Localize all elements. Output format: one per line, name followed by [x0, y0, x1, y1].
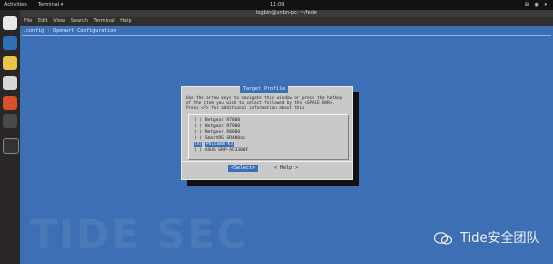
- menu-help[interactable]: Help: [120, 18, 131, 24]
- watermark: TIDE SEC: [30, 212, 249, 258]
- dialog-title: Target Profile: [240, 86, 289, 93]
- wechat-icon: [433, 232, 453, 245]
- list-item[interactable]: ( ) SmartRG SR400ac: [194, 136, 246, 141]
- radio-mark: ( ): [194, 118, 203, 123]
- item-label: Netgear R7900: [204, 124, 241, 129]
- item-label: Netgear R8000: [204, 130, 241, 135]
- item-label: ASUS GRP-AC3300F: [204, 148, 249, 153]
- top-bar: Activities Terminal ▾ 11:09 ⊞ ◉ ▾: [0, 0, 553, 10]
- menu-terminal[interactable]: Terminal: [94, 18, 115, 24]
- target-profile-dialog: Target Profile Use the arrow keys to nav…: [181, 86, 353, 180]
- list-item[interactable]: ( ) Netgear R8000: [194, 130, 240, 135]
- window-title: logbin@unbn-pc: ~/fede: [20, 10, 553, 17]
- profile-list[interactable]: ( ) Netgear R7800 ( ) Netgear R7900 ( ) …: [188, 114, 349, 160]
- activities-button[interactable]: Activities: [4, 0, 27, 10]
- help-icon[interactable]: [3, 114, 17, 128]
- mail-icon[interactable]: [3, 36, 17, 50]
- list-item-selected[interactable]: (X) Phicomm K3: [194, 142, 234, 147]
- radio-mark: ( ): [194, 124, 203, 129]
- list-item[interactable]: ( ) Netgear R7800: [194, 118, 240, 123]
- wechat-badge: Tide安全团队: [433, 231, 540, 246]
- menu-file[interactable]: File: [24, 18, 32, 24]
- menu-edit[interactable]: Edit: [38, 18, 48, 24]
- software-icon[interactable]: [3, 96, 17, 110]
- help-button[interactable]: < Help >: [274, 165, 298, 172]
- system-tray[interactable]: ⊞ ◉ ▾: [525, 0, 549, 10]
- menu-bar: File Edit View Search Terminal Help: [20, 17, 553, 26]
- item-label: SmartRG SR400ac: [204, 136, 246, 141]
- dialog-divider: [182, 161, 352, 162]
- app-menu[interactable]: Terminal ▾: [38, 0, 63, 10]
- list-item[interactable]: ( ) Netgear R7900: [194, 124, 240, 129]
- dock: [0, 10, 20, 264]
- radio-mark: ( ): [194, 136, 203, 141]
- radio-mark: (X): [194, 142, 203, 147]
- terminal-icon[interactable]: [3, 138, 19, 154]
- clock[interactable]: 11:09: [270, 0, 284, 10]
- files-icon[interactable]: [3, 56, 17, 70]
- radio-mark: ( ): [194, 148, 203, 153]
- item-label: Netgear R7800: [204, 118, 241, 123]
- menu-search[interactable]: Search: [71, 18, 88, 24]
- document-icon[interactable]: [3, 76, 17, 90]
- chrome-icon[interactable]: [3, 16, 17, 30]
- config-header: .config - Openwrt Configuration: [23, 28, 117, 34]
- item-label: Phicomm K3: [204, 142, 234, 147]
- radio-mark: ( ): [194, 130, 203, 135]
- menu-view[interactable]: View: [53, 18, 65, 24]
- wechat-label: Tide安全团队: [460, 231, 540, 246]
- list-item[interactable]: ( ) ASUS GRP-AC3300F: [194, 148, 248, 153]
- select-button[interactable]: <Select>: [228, 165, 259, 172]
- dialog-help-text: Use the arrow keys to navigate this wind…: [186, 95, 343, 110]
- divider: [22, 35, 551, 36]
